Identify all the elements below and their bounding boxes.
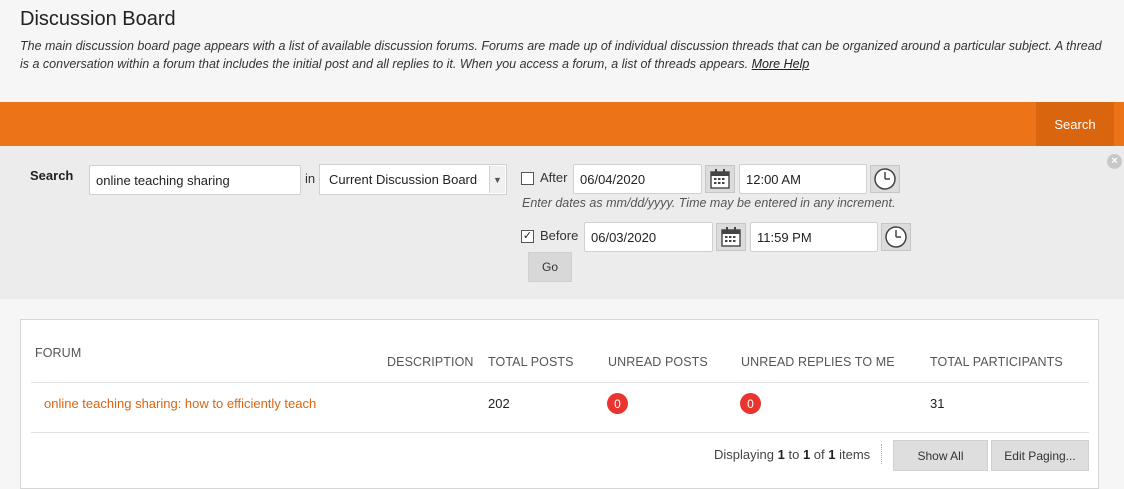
search-label: Search [30, 168, 74, 183]
forum-link[interactable]: online teaching sharing: how to efficien… [44, 396, 316, 411]
scope-select-value: Current Discussion Board [329, 172, 478, 187]
paging-from: 1 [777, 447, 785, 462]
paging-of-word: of [813, 447, 825, 462]
paging-to-word: to [788, 447, 800, 462]
after-date-input[interactable]: 06/04/2020 [573, 164, 702, 194]
row-divider [31, 382, 1089, 383]
row-divider [31, 432, 1089, 433]
before-label: Before [540, 228, 579, 243]
show-all-button[interactable]: Show All [893, 440, 988, 471]
calendar-icon[interactable] [716, 223, 746, 251]
go-button[interactable]: Go [528, 252, 572, 282]
total-posts: 202 [488, 396, 510, 411]
more-help-link[interactable]: More Help [752, 57, 810, 71]
paging-status: Displaying 1 to 1 of 1 items [714, 447, 870, 462]
page-description: The main discussion board page appears w… [20, 37, 1105, 73]
action-bar: Search [0, 102, 1124, 146]
clock-icon[interactable] [881, 223, 911, 251]
page-header: Discussion Board The main discussion boa… [0, 0, 1124, 102]
before-checkbox[interactable]: ✓ [521, 230, 534, 243]
date-format-hint: Enter dates as mm/dd/yyyy. Time may be e… [522, 196, 896, 210]
search-input[interactable]: online teaching sharing [89, 165, 301, 195]
page-description-text: The main discussion board page appears w… [20, 39, 1102, 71]
scope-select[interactable]: Current Discussion Board ▼ [319, 164, 507, 195]
after-time-input[interactable]: 12:00 AM [739, 164, 867, 194]
after-label: After [540, 170, 568, 185]
before-time-input[interactable]: 11:59 PM [750, 222, 878, 252]
page-title: Discussion Board [20, 8, 176, 30]
unread-posts-badge[interactable]: 0 [607, 393, 628, 414]
paging-to: 1 [802, 447, 811, 462]
in-label: in [305, 171, 316, 186]
paging-total: 1 [828, 447, 836, 462]
column-header-unread-replies[interactable]: UNREAD REPLIES TO ME [741, 355, 895, 369]
clock-icon[interactable] [870, 165, 900, 193]
paging-suffix: items [839, 447, 871, 462]
unread-replies-badge[interactable]: 0 [740, 393, 761, 414]
column-header-description[interactable]: DESCRIPTION [387, 355, 474, 369]
column-header-unread-posts[interactable]: UNREAD POSTS [608, 355, 708, 369]
paging-divider [881, 444, 882, 464]
forum-table: FORUM DESCRIPTION TOTAL POSTS UNREAD POS… [20, 319, 1099, 489]
search-panel: × Search online teaching sharing in Curr… [0, 146, 1124, 299]
column-header-forum[interactable]: FORUM [35, 346, 81, 360]
column-header-participants[interactable]: TOTAL PARTICIPANTS [930, 355, 1063, 369]
total-participants: 31 [930, 396, 945, 411]
before-date-input[interactable]: 06/03/2020 [584, 222, 713, 252]
chevron-down-icon[interactable]: ▼ [489, 166, 505, 193]
close-icon[interactable]: × [1107, 154, 1122, 169]
after-checkbox[interactable] [521, 172, 534, 185]
paging-prefix: Displaying [714, 447, 774, 462]
calendar-icon[interactable] [705, 165, 735, 193]
search-toggle-button[interactable]: Search [1036, 102, 1114, 146]
column-header-total-posts[interactable]: TOTAL POSTS [488, 355, 574, 369]
edit-paging-button[interactable]: Edit Paging... [991, 440, 1089, 471]
